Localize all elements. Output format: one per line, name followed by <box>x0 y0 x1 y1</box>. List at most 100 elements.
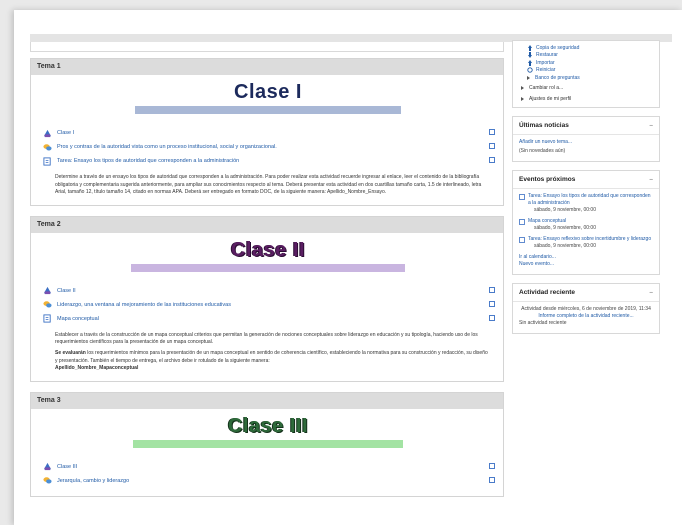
section-banner-bar <box>133 439 403 448</box>
forum-icon <box>43 143 52 150</box>
admin-item-label[interactable]: Reiniciar <box>536 67 555 73</box>
event-title[interactable]: Tarea: Ensayo los tipos de autoridad que… <box>528 193 653 207</box>
event-title[interactable]: Mapa conceptual <box>528 218 596 225</box>
activity-label[interactable]: Clase II <box>57 288 76 294</box>
section-header: Tema 3 <box>31 392 503 409</box>
completion-checkbox[interactable] <box>489 286 495 293</box>
block-title: Últimas noticias <box>519 121 569 129</box>
assignment-icon <box>519 236 525 243</box>
completion-checkbox[interactable] <box>489 129 495 135</box>
event-item[interactable]: Tarea: Ensayo reflexivo sobre incertidum… <box>519 236 653 250</box>
admin-item-reset[interactable]: Reiniciar <box>513 67 659 75</box>
assignment-icon <box>519 218 525 225</box>
admin-item-label[interactable]: Ajustes de mi perfil <box>529 96 571 102</box>
collapse-icon[interactable]: – <box>649 122 653 129</box>
caret-icon <box>521 96 524 101</box>
new-event-link[interactable]: Nuevo evento... <box>519 261 653 268</box>
activity-label[interactable]: Liderazgo, una ventana al mejoramiento d… <box>57 302 231 308</box>
forum-icon <box>43 301 52 308</box>
admin-item-import[interactable]: Importar <box>513 59 659 67</box>
activity-since: Actividad desde miércoles, 6 de noviembr… <box>521 305 651 312</box>
calendar-link[interactable]: Ir al calendario... <box>519 254 653 261</box>
activity-forum[interactable]: Pros y contras de la autoridad vista com… <box>43 140 495 154</box>
section-banner-title: Clase II <box>230 238 306 261</box>
assignment-icon <box>43 314 51 323</box>
activity-label[interactable]: Mapa conceptual <box>57 316 99 322</box>
section-summary-evaluation: Se evaluarán los requerimientos mínimos … <box>43 350 493 365</box>
event-item[interactable]: Tarea: Ensayo los tipos de autoridad que… <box>519 193 653 214</box>
completion-checkbox[interactable] <box>489 462 495 469</box>
activity-lesson[interactable]: Clase II <box>43 284 495 298</box>
activity-lesson[interactable]: Clase III <box>43 460 495 474</box>
admin-item-label[interactable]: Importar <box>536 60 555 66</box>
restore-icon <box>528 52 532 59</box>
collapse-icon[interactable]: – <box>649 176 653 183</box>
reset-icon <box>527 67 533 73</box>
admin-item-label[interactable]: Banco de preguntas <box>535 75 580 81</box>
block-title: Eventos próximos <box>519 175 576 183</box>
section-summary: Establecer a través de la construcción d… <box>55 331 478 346</box>
block-title: Actividad reciente <box>519 288 575 296</box>
assignment-icon <box>43 156 51 166</box>
activity-lesson[interactable]: Clase I <box>43 126 495 140</box>
completion-checkbox[interactable] <box>489 300 495 307</box>
activity-forum[interactable]: Liderazgo, una ventana al mejoramiento d… <box>43 298 495 312</box>
completion-checkbox[interactable] <box>489 314 495 321</box>
section-banner-title: Clase III <box>227 414 309 437</box>
forum-icon <box>43 477 52 484</box>
administration-block: Copia de seguridad Restaurar Importar Re… <box>512 40 660 108</box>
admin-item-backup[interactable]: Copia de seguridad <box>513 44 659 52</box>
section-banner-bar <box>135 106 401 114</box>
section-summary: Determine a través de un ensayo los tipo… <box>55 174 482 196</box>
activity-label[interactable]: Tarea: Ensayo los tipos de autoridad que… <box>57 158 239 164</box>
event-date: sábado, 9 noviembre, 00:00 <box>534 242 596 249</box>
event-date: sábado, 9 noviembre, 00:00 <box>534 224 596 231</box>
admin-item-question-bank[interactable]: Banco de preguntas <box>513 74 659 82</box>
admin-item-label[interactable]: Restaurar <box>536 52 558 58</box>
no-recent-activity: Sin actividad reciente <box>519 319 567 326</box>
sidebar: Copia de seguridad Restaurar Importar Re… <box>512 40 660 342</box>
caret-icon <box>521 86 524 91</box>
completion-checkbox[interactable] <box>489 157 495 163</box>
previous-section-bottom <box>30 42 504 52</box>
upcoming-events-block: Eventos próximos – Tarea: Ensayo los tip… <box>512 169 660 275</box>
event-date: sábado, 9 noviembre, 00:00 <box>534 206 596 213</box>
section-banner-title: Clase I <box>234 81 302 103</box>
section-banner-bar <box>131 263 405 272</box>
admin-item-profile-settings[interactable]: Ajustes de mi perfil <box>513 95 659 103</box>
event-title[interactable]: Tarea: Ensayo reflexivo sobre incertidum… <box>528 236 651 243</box>
admin-item-label[interactable]: Cambiar rol a... <box>529 85 563 91</box>
latest-news-block: Últimas noticias – Añadir un nuevo tema.… <box>512 115 660 162</box>
section-tema-3: Tema 3 Clase III Clase III Jerarquía, ca… <box>30 391 504 497</box>
recent-activity-header: Actividad reciente – <box>513 284 659 302</box>
activity-assignment[interactable]: Tarea: Ensayo los tipos de autoridad que… <box>43 154 495 168</box>
collapse-icon[interactable]: – <box>649 289 653 296</box>
lesson-icon <box>43 463 52 471</box>
add-news-link[interactable]: Añadir un nuevo tema... <box>519 139 653 146</box>
section-header: Tema 1 <box>31 59 503 75</box>
completion-checkbox[interactable] <box>489 476 495 483</box>
activity-label[interactable]: Jerarquía, cambio y liderazgo <box>57 478 129 484</box>
activity-assignment[interactable]: Mapa conceptual <box>43 312 495 326</box>
activity-label[interactable]: Pros y contras de la autoridad vista com… <box>57 144 277 150</box>
admin-item-restore[interactable]: Restaurar <box>513 52 659 60</box>
import-icon <box>528 59 532 66</box>
admin-item-switch-role[interactable]: Cambiar rol a... <box>513 85 659 93</box>
completion-checkbox[interactable] <box>489 143 495 149</box>
activity-forum[interactable]: Jerarquía, cambio y liderazgo <box>43 474 495 488</box>
file-naming-example: Apellido_Nombre_Mapaconceptual <box>55 365 139 372</box>
event-item[interactable]: Mapa conceptual sábado, 9 noviembre, 00:… <box>519 218 653 232</box>
upcoming-events-header: Eventos próximos – <box>513 171 659 189</box>
full-report-link[interactable]: Informe completo de la actividad recient… <box>519 313 653 320</box>
caret-icon <box>527 75 530 80</box>
evaluation-text: los requerimientos mínimos para la prese… <box>55 349 488 364</box>
lesson-icon <box>43 129 52 137</box>
lesson-icon <box>43 287 52 295</box>
section-tema-2: Tema 2 Clase II Clase II Liderazgo, una … <box>30 215 504 382</box>
latest-news-header: Últimas noticias – <box>513 117 659 135</box>
evaluation-lead: Se evaluarán <box>55 349 86 356</box>
admin-item-label[interactable]: Copia de seguridad <box>536 45 579 51</box>
recent-activity-block: Actividad reciente – Actividad desde mié… <box>512 282 660 334</box>
activity-label[interactable]: Clase III <box>57 464 77 470</box>
activity-label[interactable]: Clase I <box>57 130 74 136</box>
